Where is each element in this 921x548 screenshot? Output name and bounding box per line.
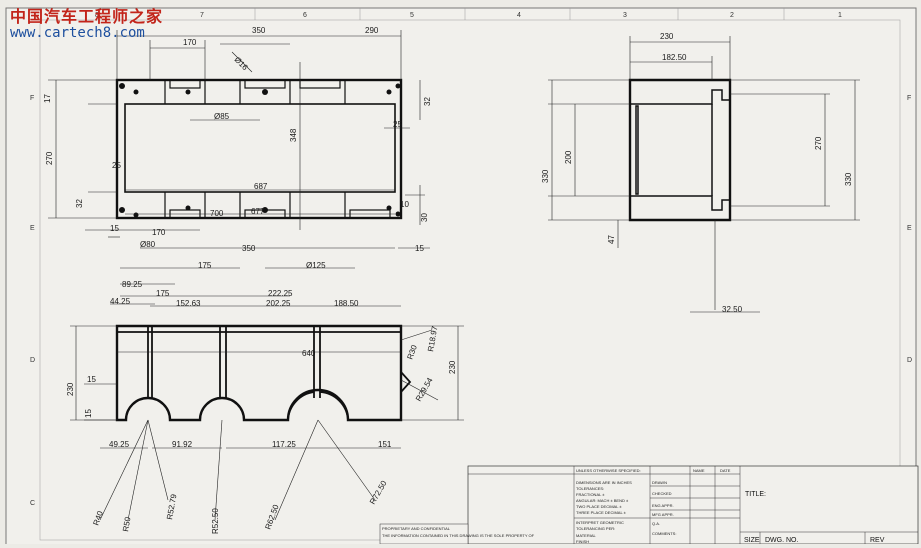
dimension-label: 25 [112, 161, 121, 170]
dimension-label: 49.25 [109, 440, 130, 449]
title-block-text: THREE PLACE DECIMAL ± [576, 510, 627, 515]
drawing-sheet: 8 7 6 5 4 3 2 1 F E D C F E D 350 290 17… [0, 0, 921, 548]
title-block-text: INTERPRET GEOMETRIC [576, 520, 624, 525]
title-block-text: Q.A. [652, 521, 660, 526]
zone-number: 1 [838, 12, 842, 19]
title-label: TITLE: [745, 491, 766, 498]
dimension-label: 330 [844, 172, 853, 186]
dimension-label: 687 [254, 182, 268, 191]
zone-number: 3 [623, 12, 627, 19]
dimension-label: 175 [198, 261, 212, 270]
dimension-label: 152.63 [176, 299, 201, 308]
title-block-text: MFG APPR. [652, 512, 674, 517]
zone-number: 6 [303, 12, 307, 19]
dimension-label: 117.25 [272, 440, 296, 449]
title-block-text: CHECKED [652, 491, 672, 496]
watermark-chinese: 中国汽车工程师之家 [10, 7, 164, 26]
dimension-label: 32 [75, 199, 84, 208]
dimension-label: 200 [564, 150, 573, 164]
dimension-label: 350 [252, 26, 266, 35]
dimension-label: 170 [183, 38, 197, 47]
dimension-label: 270 [814, 136, 823, 150]
dimension-label: 350 [242, 244, 256, 253]
dimension-label: 47 [607, 235, 616, 244]
zone-number: 2 [730, 12, 734, 19]
dimension-label: 15 [84, 409, 93, 418]
dimension-label: Ø85 [214, 112, 230, 121]
dimension-label: 677 [251, 207, 265, 216]
title-block-text: TOLERANCES: [576, 486, 604, 491]
rev-label: REV [870, 537, 885, 544]
dimension-label: 230 [448, 360, 457, 374]
title-block-text: PROPRIETARY AND CONFIDENTIAL [382, 526, 451, 531]
dimension-label: 188.50 [334, 299, 359, 308]
zone-letter: D [907, 357, 912, 364]
dimension-label: 175 [156, 289, 170, 298]
dimension-label: 15 [415, 244, 424, 253]
dimension-label: 202.25 [266, 299, 291, 308]
dimension-label: 230 [66, 382, 75, 396]
zone-letter: C [30, 500, 35, 507]
dimension-label: 17 [43, 94, 52, 103]
zone-number: 7 [200, 12, 204, 19]
dimension-label: 15 [110, 224, 119, 233]
size-label: SIZE [744, 537, 760, 544]
dimension-label: 700 [210, 209, 224, 218]
dimension-label: 32 [423, 97, 432, 106]
dimension-label: 91.92 [172, 440, 193, 449]
title-block-text: DIMENSIONS ARE IN INCHES [576, 480, 632, 485]
dimension-label: 15 [87, 375, 96, 384]
dimension-label: 348 [289, 128, 298, 142]
dimension-label: Ø80 [140, 240, 156, 249]
title-block-text: FINISH [576, 539, 589, 544]
dimension-label: 151 [378, 440, 392, 449]
watermark-url: www.cartech8.com [10, 24, 145, 41]
title-block-text: THE INFORMATION CONTAINED IN THIS DRAWIN… [382, 533, 535, 538]
title-block-text: COMMENTS: [652, 531, 676, 536]
title-block-text: ANGULAR: MACH ± BEND ± [576, 498, 629, 503]
title-block-text: TOLERANCING PER: [576, 526, 615, 531]
title-block-text: UNLESS OTHERWISE SPECIFIED: [576, 468, 641, 473]
title-block-text: DRAWN [652, 480, 667, 485]
dimension-label: 44.25 [110, 297, 131, 306]
dimension-label: 25 [393, 120, 402, 129]
dimension-label: Ø125 [306, 261, 326, 270]
dimension-label: R52.50 [211, 508, 220, 534]
dimension-label: 32.50 [722, 305, 743, 314]
zone-letter: F [30, 95, 34, 102]
dimension-label: 230 [660, 32, 674, 41]
dimension-label: 30 [420, 213, 429, 222]
dimension-label: 182.50 [662, 53, 687, 62]
dimension-label: 89.25 [122, 280, 143, 289]
dimension-label: 10 [400, 200, 409, 209]
dimension-label: 270 [45, 151, 54, 165]
watermark-logo: 中国汽车工程师之家 www.cartech8.com [10, 8, 163, 41]
zone-letter: D [30, 357, 35, 364]
zone-letter: E [30, 225, 35, 232]
dimension-label: 170 [152, 228, 166, 237]
dimension-label: 330 [541, 169, 550, 183]
title-block-text: DATE [720, 468, 731, 473]
title-block-text: NAME [693, 468, 705, 473]
dwg-no-label: DWG. NO. [765, 537, 798, 544]
zone-letter: F [907, 95, 911, 102]
title-block-text: MATERIAL [576, 533, 596, 538]
zone-number: 5 [410, 12, 414, 19]
dimension-label: 222.25 [268, 289, 293, 298]
drawing-canvas: 8 7 6 5 4 3 2 1 F E D C F E D 350 290 17… [5, 7, 919, 548]
outer-border [5, 7, 917, 548]
dimension-label: 640 [302, 349, 316, 358]
title-block-text: FRACTIONAL ± [576, 492, 605, 497]
title-block-text: TWO PLACE DECIMAL ± [576, 504, 622, 509]
zone-number: 4 [517, 12, 521, 19]
title-block-text: ENG APPR. [652, 503, 674, 508]
dimension-label: 290 [365, 26, 379, 35]
zone-letter: E [907, 225, 912, 232]
